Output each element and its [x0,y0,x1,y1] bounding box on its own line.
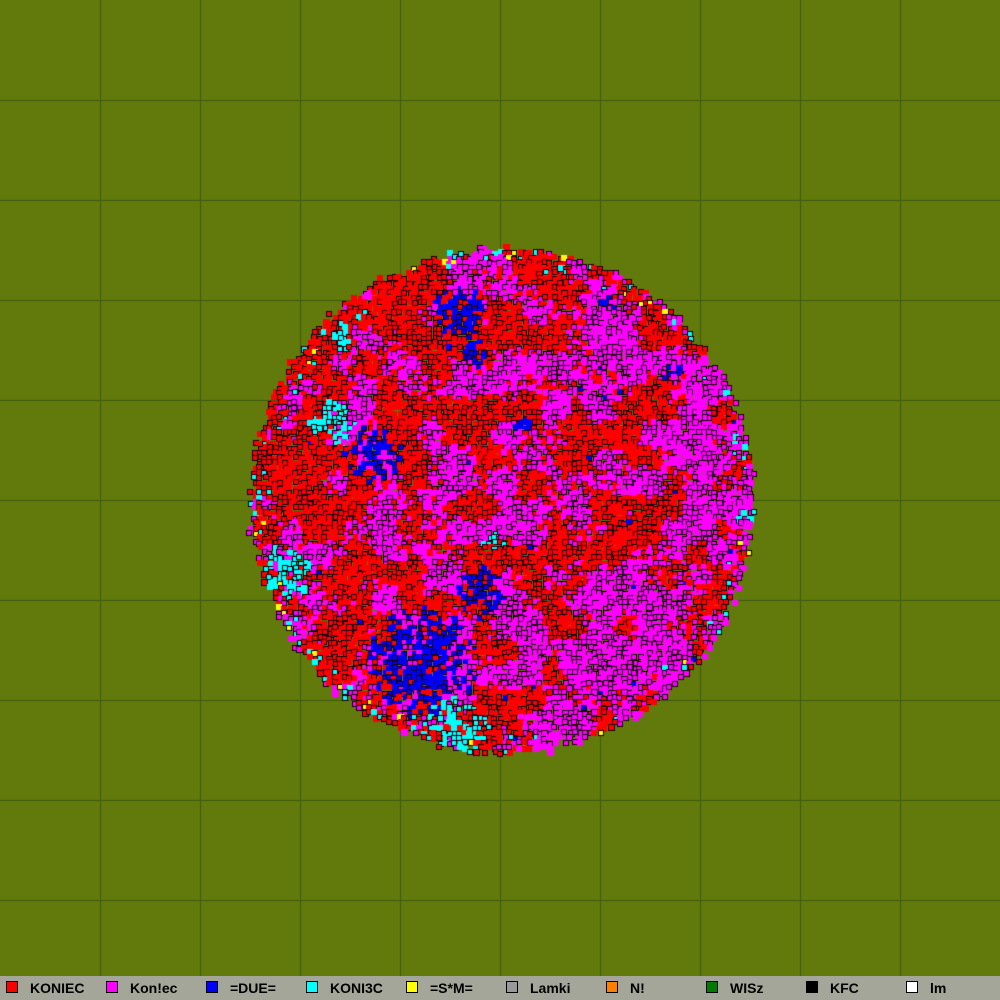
legend-swatch [6,981,18,993]
legend-label: WISz [730,980,764,996]
territory-map-canvas[interactable] [0,0,1000,976]
legend-swatch [706,981,718,993]
legend-label: KFC [830,980,859,996]
legend-bar: KONIEC Kon!ec =DUE= KONI3C =S*M= Lamki N… [0,976,1000,1000]
legend-swatch [106,981,118,993]
legend-label: Lamki [530,980,571,996]
legend-label: KONIEC [30,980,85,996]
legend-label: =DUE= [230,980,276,996]
legend-swatch [906,981,918,993]
legend-swatch [606,981,618,993]
legend-label: =S*M= [430,980,473,996]
legend-label: N! [630,980,645,996]
legend-swatch [406,981,418,993]
legend-swatch [306,981,318,993]
territory-map[interactable] [0,0,1000,976]
legend-swatch [806,981,818,993]
legend-label: KONI3C [330,980,383,996]
legend-label: Kon!ec [130,980,178,996]
legend-swatch [506,981,518,993]
legend-label: lm [930,980,947,996]
legend-swatch [206,981,218,993]
